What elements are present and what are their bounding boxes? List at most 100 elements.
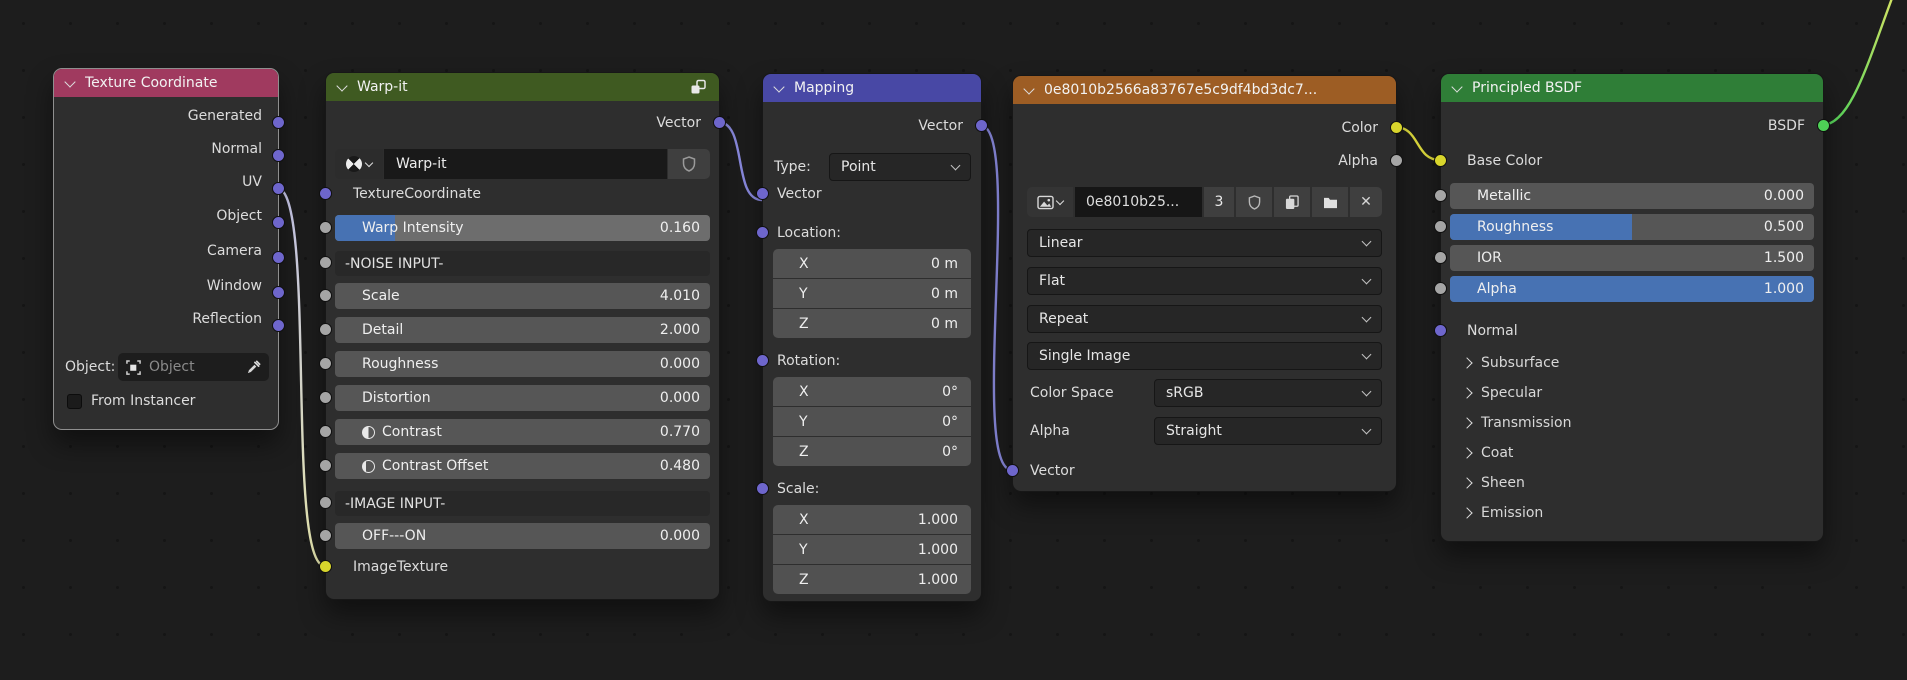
node-mapping[interactable]: Mapping Vector Type: Point Vector Locati…: [762, 73, 982, 602]
collapse-chevron-icon[interactable]: [64, 76, 75, 87]
socket-input-scale[interactable]: [756, 482, 769, 495]
socket-output-generated[interactable]: [272, 116, 285, 129]
from-instancer-row[interactable]: From Instancer: [67, 392, 195, 410]
projection-dropdown[interactable]: Flat: [1027, 267, 1382, 295]
contrast-offset-slider[interactable]: Contrast Offset 0.480: [335, 453, 710, 479]
socket-output-normal[interactable]: [272, 149, 285, 162]
section-sheen[interactable]: Sheen: [1463, 474, 1525, 492]
new-copy-button[interactable]: [1274, 187, 1310, 217]
eyedropper-icon[interactable]: [246, 360, 261, 375]
collapse-chevron-icon[interactable]: [1451, 81, 1462, 92]
socket-output-vector[interactable]: [713, 116, 726, 129]
socket-input-contrast[interactable]: [319, 425, 332, 438]
node-header-principled-bsdf[interactable]: Principled BSDF: [1441, 74, 1823, 102]
metallic-slider[interactable]: Metallic 0.000: [1450, 183, 1814, 209]
detail-slider[interactable]: Detail 2.000: [335, 317, 710, 343]
section-coat[interactable]: Coat: [1463, 444, 1513, 462]
color-space-dropdown[interactable]: sRGB: [1154, 379, 1382, 407]
distortion-slider[interactable]: Distortion 0.000: [335, 385, 710, 411]
type-dropdown[interactable]: Point: [829, 153, 971, 181]
socket-output-alpha[interactable]: [1390, 154, 1403, 167]
node-header-warp-it[interactable]: Warp-it: [326, 73, 719, 101]
rotation-y-field[interactable]: Y 0°: [773, 407, 971, 436]
socket-input-contrast-offset[interactable]: [319, 459, 332, 472]
off-on-slider[interactable]: OFF---ON 0.000: [335, 523, 710, 549]
node-image-texture[interactable]: 0e8010b2566a83767e5c9df4bd3dc7... Color …: [1012, 75, 1397, 492]
socket-output-window[interactable]: [272, 286, 285, 299]
socket-input-distortion[interactable]: [319, 391, 332, 404]
node-principled-bsdf[interactable]: Principled BSDF BSDF Base Color Metallic…: [1440, 73, 1824, 542]
scale-y-field[interactable]: Y 1.000: [773, 535, 971, 564]
socket-input-warp-intensity[interactable]: [319, 221, 332, 234]
socket-input-base-color[interactable]: [1434, 154, 1447, 167]
socket-input-alpha[interactable]: [1434, 282, 1447, 295]
socket-input-noise-section[interactable]: [319, 256, 332, 269]
node-header-image-texture[interactable]: 0e8010b2566a83767e5c9df4bd3dc7...: [1013, 76, 1396, 104]
section-specular[interactable]: Specular: [1463, 384, 1542, 402]
rotation-x-field[interactable]: X 0°: [773, 377, 971, 406]
socket-input-detail[interactable]: [319, 323, 332, 336]
roughness-slider[interactable]: Roughness 0.000: [335, 351, 710, 377]
location-x-field[interactable]: X 0 m: [773, 249, 971, 278]
socket-input-image-section[interactable]: [319, 496, 332, 509]
section-subsurface[interactable]: Subsurface: [1463, 354, 1559, 372]
collapse-chevron-icon[interactable]: [773, 81, 784, 92]
socket-output-reflection[interactable]: [272, 319, 285, 332]
socket-input-vector[interactable]: [1006, 464, 1019, 477]
socket-input-texturecoordinate[interactable]: [319, 187, 332, 200]
image-browse-button[interactable]: [1027, 187, 1073, 217]
collapse-chevron-icon[interactable]: [1023, 83, 1034, 94]
ior-slider[interactable]: IOR 1.500: [1450, 245, 1814, 271]
socket-input-scale[interactable]: [319, 289, 332, 302]
fake-user-button[interactable]: [1236, 187, 1272, 217]
scale-slider[interactable]: Scale 4.010: [335, 283, 710, 309]
unlink-button[interactable]: ✕: [1350, 187, 1382, 217]
users-count-button[interactable]: 3: [1204, 187, 1234, 217]
contrast-slider[interactable]: Contrast 0.770: [335, 419, 710, 445]
socket-input-normal[interactable]: [1434, 324, 1447, 337]
extension-dropdown[interactable]: Repeat: [1027, 305, 1382, 333]
roughness-slider[interactable]: Roughness 0.500: [1450, 214, 1814, 240]
source-dropdown[interactable]: Single Image: [1027, 342, 1382, 370]
image-name-field[interactable]: 0e8010b25...: [1075, 187, 1202, 217]
group-name-field[interactable]: Warp-it: [384, 149, 667, 179]
socket-input-vector[interactable]: [756, 187, 769, 200]
section-emission[interactable]: Emission: [1463, 504, 1543, 522]
socket-output-object[interactable]: [272, 216, 285, 229]
from-instancer-checkbox[interactable]: [67, 394, 82, 409]
interpolation-dropdown[interactable]: Linear: [1027, 229, 1382, 257]
node-warp-it[interactable]: Warp-it Vector Warp-it TextureCoordinate: [325, 72, 720, 600]
location-y-field[interactable]: Y 0 m: [773, 279, 971, 308]
scale-z-field[interactable]: Z 1.000: [773, 565, 971, 594]
rotation-z-field[interactable]: Z 0°: [773, 437, 971, 466]
node-texture-coordinate[interactable]: Texture Coordinate Generated Normal UV O…: [53, 68, 279, 430]
socket-input-rotation[interactable]: [756, 354, 769, 367]
socket-output-camera[interactable]: [272, 251, 285, 264]
socket-output-vector[interactable]: [975, 119, 988, 132]
group-browse-button[interactable]: [335, 149, 383, 179]
socket-output-color[interactable]: [1390, 121, 1403, 134]
object-selector-field[interactable]: Object: [118, 353, 269, 381]
socket-input-location[interactable]: [756, 226, 769, 239]
node-editor-canvas[interactable]: Texture Coordinate Generated Normal UV O…: [0, 0, 1907, 680]
scale-x-field[interactable]: X 1.000: [773, 505, 971, 534]
socket-input-roughness[interactable]: [1434, 220, 1447, 233]
socket-input-ior[interactable]: [1434, 251, 1447, 264]
section-transmission[interactable]: Transmission: [1463, 414, 1571, 432]
socket-output-uv[interactable]: [272, 182, 285, 195]
socket-output-bsdf[interactable]: [1817, 119, 1830, 132]
socket-input-metallic[interactable]: [1434, 189, 1447, 202]
open-image-button[interactable]: [1312, 187, 1348, 217]
socket-input-off-on[interactable]: [319, 529, 332, 542]
collapse-chevron-icon[interactable]: [336, 80, 347, 91]
location-z-field[interactable]: Z 0 m: [773, 309, 971, 338]
warp-intensity-slider[interactable]: Warp Intensity 0.160: [335, 215, 710, 241]
alpha-mode-dropdown[interactable]: Straight: [1154, 417, 1382, 445]
node-header-mapping[interactable]: Mapping: [763, 74, 981, 102]
chevron-right-icon: [1461, 477, 1472, 488]
fake-user-button[interactable]: [668, 149, 710, 179]
socket-input-imagetexture[interactable]: [319, 560, 332, 573]
node-header-texture-coordinate[interactable]: Texture Coordinate: [54, 69, 278, 97]
socket-input-roughness[interactable]: [319, 357, 332, 370]
alpha-slider[interactable]: Alpha 1.000: [1450, 276, 1814, 302]
